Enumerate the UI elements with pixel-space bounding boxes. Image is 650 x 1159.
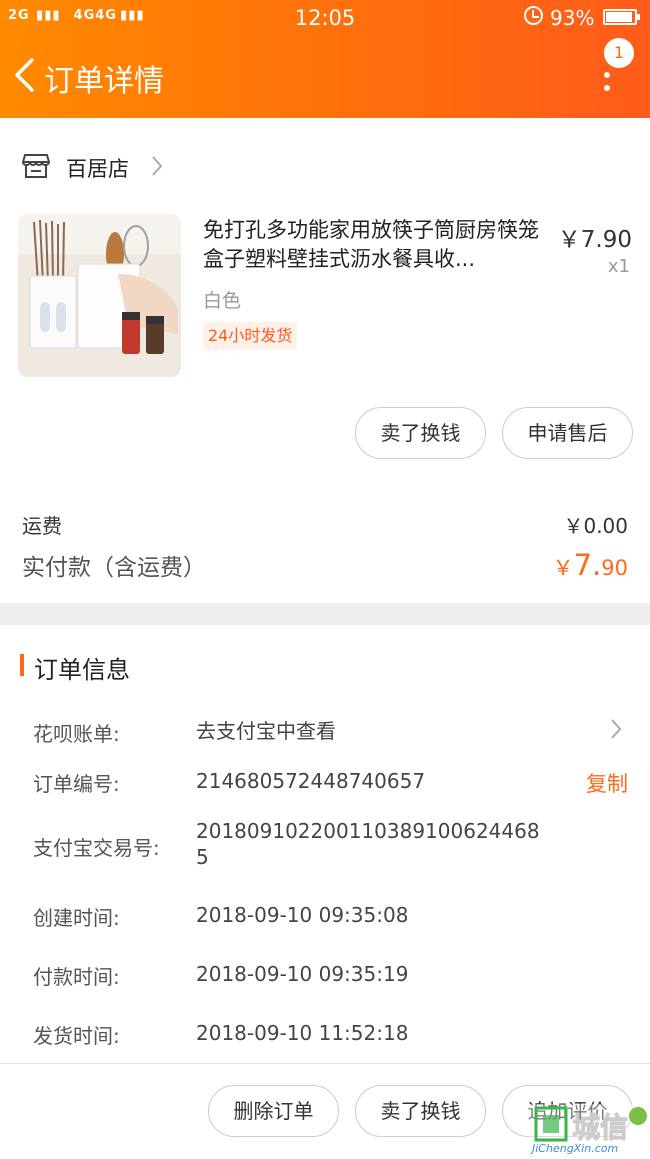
- shipped-time-value: 2018-09-10 11:52:18: [196, 1021, 409, 1045]
- paid-decimal: 90: [601, 556, 628, 580]
- footer-sell-button[interactable]: 卖了换钱: [355, 1085, 486, 1137]
- chevron-right-icon: [152, 156, 163, 176]
- shop-row[interactable]: 百居店: [0, 140, 650, 192]
- paid-currency: ￥: [552, 556, 574, 580]
- aftersale-button[interactable]: 申请售后: [502, 407, 633, 459]
- paid-label: 实付款（含运费）: [22, 555, 206, 581]
- battery-icon: [603, 9, 640, 25]
- status-bar: 2G ▮▮▮ 4G4G ▮▮▮ 12:05 93%: [0, 0, 650, 34]
- more-dot-icon: [604, 72, 610, 78]
- site-watermark: 城信 JiChengXin.com: [528, 1104, 650, 1155]
- product-sku: 白色: [203, 290, 242, 312]
- app-header: 2G ▮▮▮ 4G4G ▮▮▮ 12:05 93% 订单详情 1: [0, 0, 650, 118]
- created-time-value: 2018-09-10 09:35:08: [196, 903, 409, 927]
- created-time-label: 创建时间:: [33, 906, 120, 930]
- huabei-label: 花呗账单:: [33, 722, 120, 746]
- page-title: 订单详情: [44, 64, 164, 99]
- paid-time-label: 付款时间:: [33, 965, 120, 989]
- paid-amount: ￥7.90: [553, 548, 628, 582]
- order-number-value: 214680572448740657: [196, 769, 426, 793]
- notification-badge: 1: [604, 38, 634, 68]
- shipping-label: 运费: [22, 514, 62, 538]
- store-icon: [22, 154, 50, 178]
- alipay-trade-label: 支付宝交易号:: [33, 836, 160, 860]
- product-price: ￥7.90: [557, 227, 632, 253]
- order-info-title: 订单信息: [34, 656, 130, 684]
- sell-button[interactable]: 卖了换钱: [355, 407, 486, 459]
- product-image[interactable]: [18, 214, 181, 377]
- shipping-tag: 24小时发货: [203, 322, 298, 350]
- shop-name: 百居店: [66, 157, 129, 181]
- copy-button[interactable]: 复制: [586, 768, 628, 798]
- alipay-trade-value: 2018091022001103891006244685: [196, 819, 540, 869]
- product-quantity: x1: [607, 256, 630, 277]
- delete-order-button[interactable]: 删除订单: [208, 1085, 339, 1137]
- back-arrow-icon[interactable]: [12, 58, 36, 92]
- shipping-value: ￥0.00: [563, 514, 628, 538]
- battery-percent: 93%: [550, 6, 595, 30]
- watermark-brand: 城信: [571, 1111, 629, 1145]
- chevron-right-icon[interactable]: [610, 718, 622, 740]
- section-accent-bar: [20, 654, 24, 676]
- paid-integer: 7.: [573, 548, 602, 582]
- order-number-label: 订单编号:: [33, 772, 120, 796]
- shipped-time-label: 发货时间:: [33, 1024, 120, 1048]
- more-dot-icon: [604, 85, 610, 91]
- huabei-value[interactable]: 去支付宝中查看: [196, 718, 541, 744]
- paid-time-value: 2018-09-10 09:35:19: [196, 962, 409, 986]
- watermark-url: JiChengXin.com: [532, 1142, 619, 1155]
- product-title[interactable]: 免打孔多功能家用放筷子筒厨房筷笼盒子塑料壁挂式沥水餐具收...: [203, 216, 553, 274]
- alarm-icon: [524, 6, 543, 25]
- section-divider: [0, 603, 650, 625]
